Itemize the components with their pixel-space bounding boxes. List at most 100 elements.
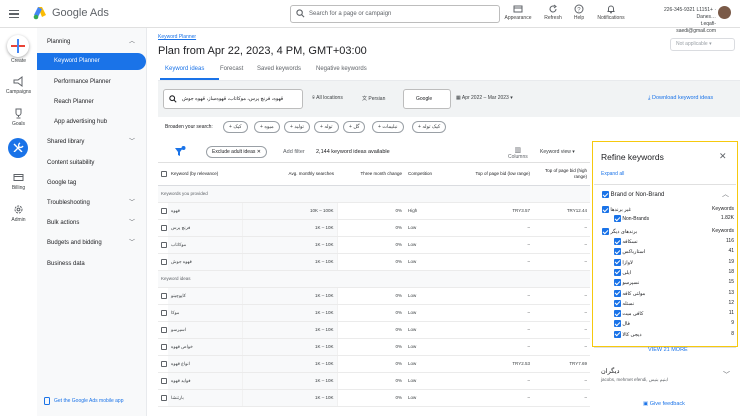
notifications-button[interactable]: Notifications bbox=[591, 4, 631, 21]
refine-item[interactable]: کافی میت 11 bbox=[602, 310, 734, 318]
row-checkbox[interactable] bbox=[158, 355, 168, 373]
rail-item-goals[interactable]: Goals bbox=[0, 108, 37, 127]
table-row[interactable]: بارتنشا 1K – 10K 0% Low – – bbox=[158, 389, 590, 407]
refine-item[interactable]: مولتی کافه 13 bbox=[602, 289, 734, 297]
broaden-chip[interactable]: + تولید bbox=[284, 121, 310, 133]
subgroup-other-brands[interactable]: برندهای دیگر Keywords bbox=[602, 228, 734, 235]
close-icon[interactable]: ✕ bbox=[719, 151, 727, 162]
filter-icon[interactable] bbox=[174, 146, 186, 157]
give-feedback-button[interactable]: ▣ Give feedback bbox=[643, 401, 685, 407]
nav-item-keyword-planner[interactable]: Keyword Planner bbox=[37, 53, 146, 70]
table-row[interactable]: خواص قهوه 1K – 10K 0% Low – – bbox=[158, 338, 590, 356]
tab-keyword-ideas[interactable]: Keyword ideas bbox=[165, 66, 204, 72]
rail-item-admin[interactable]: Admin bbox=[0, 204, 37, 223]
expand-all-link[interactable]: Expand all bbox=[601, 171, 624, 177]
brand-nonbrand-group[interactable]: Brand or Non-Brand bbox=[602, 191, 664, 198]
nav-item-app-advertising-hub[interactable]: App advertising hub bbox=[37, 114, 147, 131]
nav-item-performance-planner[interactable]: Performance Planner bbox=[37, 74, 147, 91]
refine-item[interactable]: فال 9 bbox=[602, 320, 734, 328]
download-keyword-ideas-button[interactable]: ⤓ Download keyword ideas bbox=[648, 95, 713, 102]
broaden-chip[interactable]: + توله bbox=[314, 121, 339, 133]
add-filter-button[interactable]: Add filter bbox=[283, 149, 305, 155]
create-button[interactable] bbox=[7, 35, 29, 57]
ideas-count: 2,144 keyword ideas available bbox=[316, 149, 390, 155]
row-checkbox[interactable] bbox=[158, 321, 168, 339]
refine-item[interactable]: نستله 12 bbox=[602, 299, 734, 307]
broaden-chip[interactable]: + گل bbox=[343, 121, 366, 133]
refine-item-label: دیجی کالا bbox=[622, 331, 642, 338]
refine-item[interactable]: استارباکس 41 bbox=[602, 248, 734, 256]
broaden-chip[interactable]: + نبلیمات bbox=[372, 121, 404, 133]
nav-item-google-tag[interactable]: Google tag bbox=[37, 175, 147, 192]
tab-negative-keywords[interactable]: Negative keywords bbox=[316, 66, 367, 72]
row-checkbox[interactable] bbox=[158, 219, 168, 237]
account-info[interactable]: 226-345-9321 L1151+ · Danes… t.eqafi-sae… bbox=[662, 7, 716, 35]
global-search-input[interactable]: Search for a page or campaign bbox=[290, 5, 500, 23]
location-selector[interactable]: ⌾ All locations bbox=[312, 95, 343, 101]
broaden-chip[interactable]: + کیک bbox=[223, 121, 248, 133]
chevron-down-icon[interactable]: ﹀ bbox=[723, 370, 730, 380]
appearance-button[interactable]: Appearance bbox=[500, 4, 536, 21]
language-selector[interactable]: 文 Persian bbox=[362, 95, 385, 102]
table-row[interactable]: اسپرسو 1K – 10K 0% Low – – bbox=[158, 321, 590, 339]
nav-item-bulk-actions[interactable]: Bulk actions ﹀ bbox=[37, 215, 147, 232]
row-checkbox[interactable] bbox=[158, 389, 168, 407]
col-keyword[interactable]: Keyword (by relevance) bbox=[168, 163, 242, 186]
col-three-month-change[interactable]: Three month change bbox=[337, 163, 405, 186]
keyword-view-select[interactable]: Keyword view ▾ bbox=[540, 149, 575, 155]
table-row[interactable]: فواید قهوه 1K – 10K 0% Low – – bbox=[158, 372, 590, 390]
row-checkbox[interactable] bbox=[158, 372, 168, 390]
table-row[interactable]: انواع قهوه 1K – 10K 0% Low TRY2.53 TRY7.69 bbox=[158, 355, 590, 373]
row-checkbox[interactable] bbox=[158, 236, 168, 254]
keyword-search-input[interactable]: قهوه، فرنچ پرس، موکاتاب، قهوه‌ساز، قهوه … bbox=[163, 89, 303, 109]
nav-item-reach-planner[interactable]: Reach Planner bbox=[37, 94, 147, 111]
nav-item-content-suitability[interactable]: Content suitability bbox=[37, 155, 147, 172]
date-range-selector[interactable]: ▦ Apr 2022 – Mar 2023 ▾ bbox=[456, 95, 513, 101]
table-row[interactable]: قهوه جوش 1K – 10K 0% Low – – bbox=[158, 253, 590, 271]
refine-item[interactable]: نسکافه 116 bbox=[602, 238, 734, 245]
table-row[interactable]: فرنچ پرس 1K – 10K 0% Low – – bbox=[158, 219, 590, 237]
columns-button[interactable]: ▥ Columns bbox=[508, 146, 528, 160]
nav-item-shared-library[interactable]: Shared library ﹀ bbox=[37, 134, 147, 151]
col-bid-low[interactable]: Top of page bid (low range) bbox=[465, 163, 533, 186]
tab-saved-keywords[interactable]: Saved keywords bbox=[257, 66, 301, 72]
table-row[interactable]: موکاتاب 1K – 10K 0% Low – – bbox=[158, 236, 590, 254]
chevron-up-icon[interactable]: ︿ bbox=[722, 189, 729, 199]
table-row[interactable]: قهوه 10K – 100K 0% High TRY3.57 TRY12.44 bbox=[158, 202, 590, 220]
table-row[interactable]: کاپوچینو 1K – 10K 0% Low – – bbox=[158, 287, 590, 305]
other-group-title[interactable]: دیگران bbox=[601, 367, 619, 375]
row-checkbox[interactable] bbox=[158, 287, 168, 305]
row-checkbox[interactable] bbox=[158, 253, 168, 271]
refine-item[interactable]: لاوازا 19 bbox=[602, 258, 734, 266]
tab-forecast[interactable]: Forecast bbox=[220, 66, 243, 72]
refine-item[interactable]: ایلی 18 bbox=[602, 268, 734, 276]
menu-icon[interactable] bbox=[9, 8, 19, 18]
mobile-app-link[interactable]: Get the Google Ads mobile app bbox=[44, 397, 124, 405]
row-checkbox[interactable] bbox=[158, 202, 168, 220]
network-selector[interactable]: Google bbox=[403, 89, 451, 109]
rail-item-billing[interactable]: Billing bbox=[0, 172, 37, 191]
col-competition[interactable]: Competition bbox=[405, 163, 465, 186]
subgroup-nonbrand[interactable]: غیر برندها Keywords bbox=[602, 206, 734, 213]
breadcrumb[interactable]: Keyword Planner bbox=[158, 34, 196, 40]
exclude-adult-chip[interactable]: Exclude adult ideas ✕ bbox=[206, 146, 267, 158]
refine-item[interactable]: Non-Brands 1.82K bbox=[602, 215, 734, 222]
applicability-select[interactable]: Not applicable ▾ bbox=[670, 38, 735, 51]
refine-item[interactable]: دیجی کالا 8 bbox=[602, 330, 734, 338]
row-checkbox[interactable] bbox=[158, 304, 168, 322]
row-checkbox[interactable] bbox=[158, 338, 168, 356]
select-all-checkbox[interactable] bbox=[158, 163, 168, 186]
broaden-chip[interactable]: + میوه bbox=[254, 121, 280, 133]
nav-item-troubleshooting[interactable]: Troubleshooting ﹀ bbox=[37, 195, 147, 212]
view-more-link[interactable]: VIEW 21 MORE bbox=[648, 347, 688, 353]
rail-item-campaigns[interactable]: Campaigns bbox=[0, 76, 37, 95]
col-bid-high[interactable]: Top of page bid (high range) bbox=[533, 163, 590, 186]
col-avg-searches[interactable]: Avg. monthly searches bbox=[242, 163, 337, 186]
table-row[interactable]: موکا 1K – 10K 0% Low – – bbox=[158, 304, 590, 322]
nav-item-business-data[interactable]: Business data bbox=[37, 256, 147, 273]
nav-item-budgets-bidding[interactable]: Budgets and bidding ﹀ bbox=[37, 235, 147, 252]
nav-planning-section[interactable]: Planning ︿ bbox=[37, 34, 147, 51]
avatar[interactable] bbox=[718, 6, 731, 19]
broaden-chip[interactable]: + کیک توله bbox=[412, 121, 447, 133]
refine-item[interactable]: نسپرسو 15 bbox=[602, 279, 734, 287]
